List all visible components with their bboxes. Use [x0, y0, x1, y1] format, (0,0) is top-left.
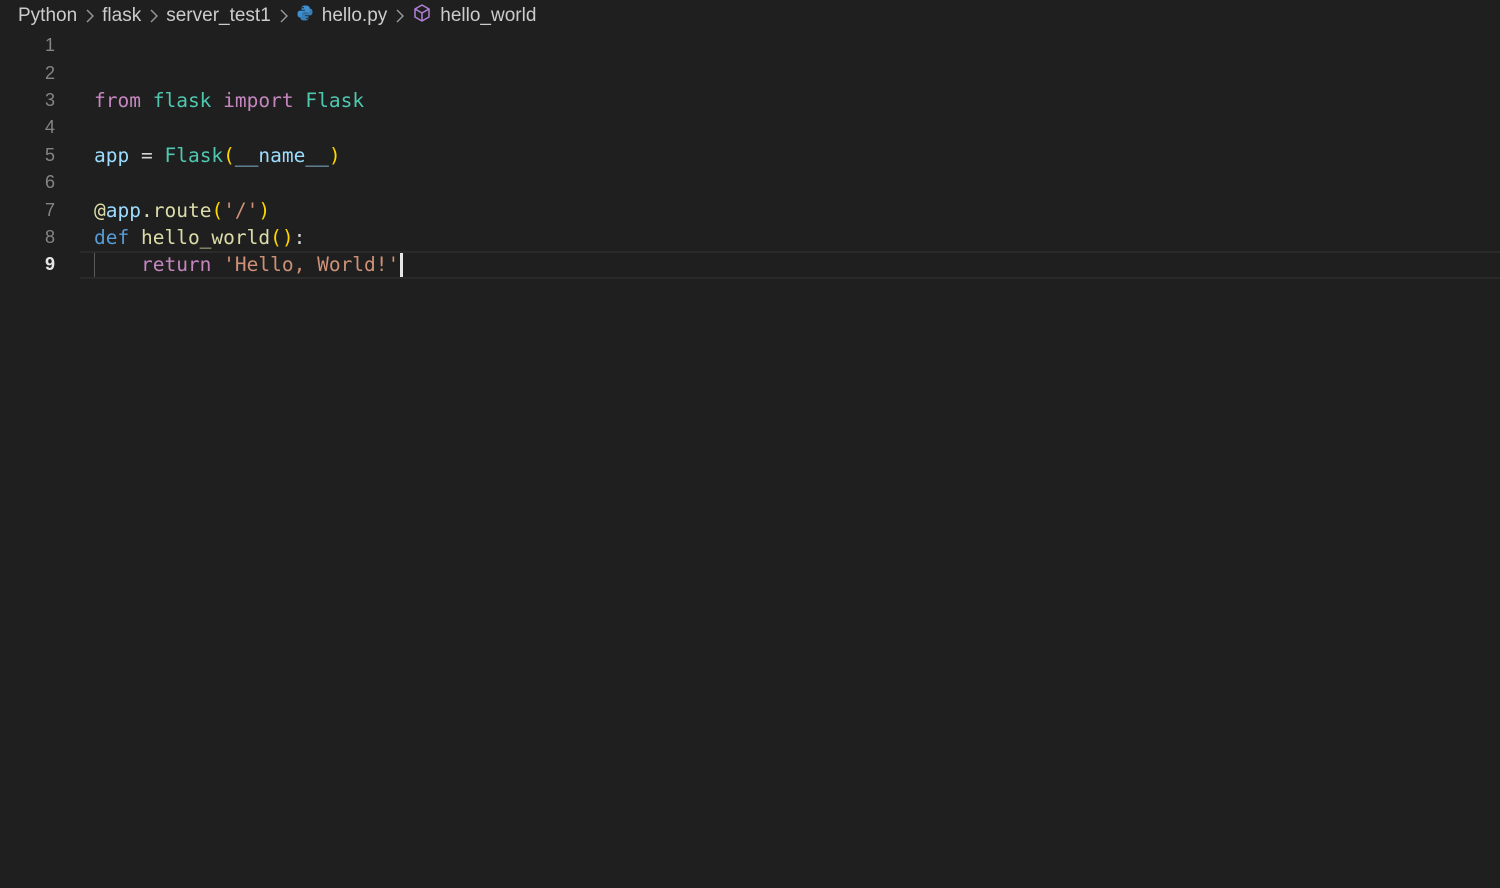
code-token: '/'	[223, 198, 259, 222]
code-token: from	[94, 88, 141, 112]
code-token: def	[94, 225, 130, 249]
line-number: 5	[44, 144, 55, 165]
code-token: hello_world	[140, 225, 271, 249]
code-line[interactable]: 3 from flask import Flask	[0, 87, 1500, 114]
python-file-icon	[296, 4, 314, 28]
code-token: ()	[270, 225, 294, 249]
indent-guide	[94, 252, 95, 277]
code-token: route	[152, 198, 212, 222]
chevron-right-icon	[280, 9, 288, 23]
code-token: (	[211, 198, 224, 222]
chevron-right-icon	[396, 9, 405, 23]
line-number: 3	[44, 89, 55, 110]
code-token: =	[129, 143, 165, 167]
breadcrumb: Python flask server_test1 hello.py hello_wor…	[18, 3, 536, 29]
chevron-right-icon	[150, 9, 159, 23]
code-token: )	[258, 198, 271, 222]
code-content: return 'Hello, World!'	[94, 252, 404, 277]
breadcrumb-label: Python	[18, 5, 78, 26]
breadcrumb-label: hello.py	[321, 5, 388, 26]
line-number: 7	[44, 199, 55, 220]
code-token: app	[94, 143, 130, 167]
code-line[interactable]: 4	[0, 114, 1500, 141]
breadcrumb-label: server_test1	[166, 5, 271, 26]
text-cursor	[400, 252, 404, 277]
code-token: flask	[152, 88, 212, 112]
code-token: __name__	[234, 143, 329, 167]
breadcrumb-item-server-test1[interactable]: server_test1	[166, 5, 271, 27]
code-token: Flask	[164, 143, 224, 167]
code-content: app = Flask(__name__)	[94, 144, 341, 167]
code-token: app	[105, 198, 141, 222]
breadcrumb-item-hello-world[interactable]: hello_world	[412, 3, 536, 29]
code-token: @	[94, 198, 106, 222]
code-token: return	[140, 253, 212, 277]
code-token: .	[140, 198, 153, 222]
code-content: @ app. route('/')	[94, 199, 270, 222]
line-number: 9	[44, 254, 55, 275]
symbol-method-icon	[412, 3, 432, 29]
code-line[interactable]: 2	[0, 59, 1500, 86]
code-line[interactable]: 7 @ app. route('/')	[0, 196, 1500, 223]
chevron-right-icon	[86, 9, 95, 23]
code-line[interactable]: 5 app = Flask(__name__)	[0, 142, 1500, 169]
code-line[interactable]: 1	[0, 32, 1500, 59]
breadcrumb-item-flask[interactable]: flask	[102, 5, 141, 27]
code-token: )	[328, 143, 341, 167]
code-content: from flask import Flask	[94, 89, 364, 112]
code-line[interactable]: 8 def hello_world():	[0, 224, 1500, 251]
line-number: 4	[44, 117, 55, 138]
breadcrumb-item-python[interactable]: Python	[18, 5, 77, 27]
breadcrumb-label: hello_world	[440, 5, 537, 26]
code-token: (	[223, 143, 235, 167]
line-number: 2	[44, 62, 55, 83]
breadcrumb-item-hello-py[interactable]: hello.py	[296, 4, 388, 28]
line-number: 1	[44, 35, 55, 56]
code-line[interactable]: 9 return 'Hello, World!'	[0, 251, 1500, 279]
code-token: 'Hello, World!'	[223, 253, 400, 277]
breadcrumb-label: flask	[102, 5, 142, 26]
line-number: 6	[44, 172, 55, 193]
code-token: import	[223, 88, 294, 112]
code-token: :	[293, 225, 306, 249]
line-number: 8	[44, 226, 55, 247]
code-line[interactable]: 6	[0, 169, 1500, 196]
code-editor[interactable]: 1 2 3 from flask import Flask 4 5 app = Flask(…	[0, 32, 1500, 888]
code-token: Flask	[305, 88, 365, 112]
code-content: def hello_world():	[94, 226, 305, 249]
